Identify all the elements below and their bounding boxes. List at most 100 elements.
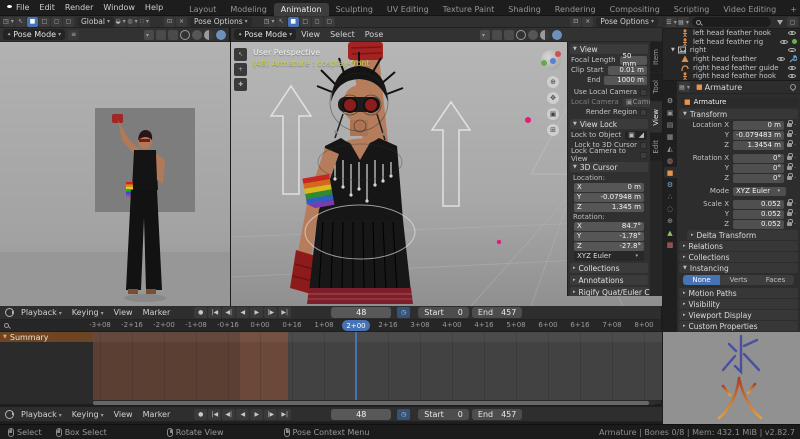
outliner-search-input[interactable] [692,17,771,27]
rotation-z-field[interactable]: 0° [733,174,784,183]
tab-material[interactable]: ▩ [664,239,677,250]
workspace-tab-rendering[interactable]: Rendering [548,3,603,16]
tab-particles[interactable]: ∴ [664,191,677,202]
workspace-tab-animation[interactable]: Animation [274,3,329,16]
tab-object[interactable]: ■ [664,167,677,178]
viewport-display-panel-header[interactable]: ▸Viewport Display [679,310,798,320]
keying-menu[interactable]: Keying [67,308,109,317]
snap-magnet-icon[interactable]: ◒ [115,17,126,27]
auto-key-record-icon[interactable]: ● [194,409,207,420]
delta-transform-panel-header[interactable]: ▸Delta Transform [687,230,798,240]
n-panel-tab-item[interactable]: Item [650,42,662,72]
menu-help[interactable]: Help [140,3,168,12]
marker-menu-2[interactable]: Marker [138,410,176,419]
pose-menu[interactable]: Pose [360,30,389,39]
left-viewport-canvas[interactable] [0,42,230,306]
visibility-eye-icon[interactable] [780,38,788,46]
select-tool-icon[interactable]: ↖ [234,48,247,61]
filter-icon[interactable] [777,20,783,25]
local-camera-field[interactable]: ▣Camera× [623,98,650,107]
tab-object-data[interactable]: ▲ [664,227,677,238]
cursor-rotation-y-field[interactable]: Y-1.78° [574,232,644,241]
view-menu[interactable]: View [296,30,325,39]
tab-modifiers[interactable]: ⚙ [664,179,677,190]
timeline2-view-menu[interactable]: View [109,410,138,419]
timeline-ruler[interactable]: -3+08 -2+16 -2+00 -1+08 -0+16 0+00 0+16 … [0,320,661,332]
lock-to-object-field[interactable]: ▣◢ [625,131,647,140]
timeline-tracks[interactable]: ▼Summary [0,332,662,400]
start-frame-field-2[interactable]: Start0 [418,409,469,420]
channel-search-icon[interactable] [4,323,9,328]
select-mode-box-icon[interactable]: □ [39,17,50,27]
transform-pivot-icon[interactable]: ⊡ [164,17,175,27]
outliner-row[interactable]: ▼ right [663,46,800,55]
preview-range-icon-2[interactable]: ◷ [397,409,410,420]
play-icon[interactable]: ▶ [250,409,263,420]
select-menu[interactable]: Select [325,30,360,39]
location-z-field[interactable]: 1.3454 m [733,141,784,150]
ortho-toggle-icon[interactable]: ⊞ [547,124,559,136]
properties-editor-type-icon[interactable]: ▤ [679,82,690,92]
timeline-editor-type-icon[interactable] [5,308,14,317]
3d-cursor-panel-header[interactable]: ▼3D Cursor [570,162,648,172]
outliner-row[interactable]: right head feather guide [663,63,800,72]
shading-wireframe-icon[interactable] [516,30,526,40]
transform-panel-header[interactable]: ▼Transform [679,109,798,119]
tab-world[interactable]: ◍ [664,155,677,166]
instancing-verts-button[interactable]: Verts [720,275,757,285]
select-mode-circle-icon-center[interactable]: ◻ [312,17,323,27]
annotations-panel-header[interactable]: ▸Annotations [570,275,648,285]
use-local-camera-checkbox[interactable] [640,89,647,96]
xray-icon[interactable] [168,30,178,40]
workspace-tab-layout[interactable]: Layout [182,3,223,16]
add-workspace-button[interactable]: + [783,3,800,16]
marker-menu[interactable]: Marker [138,308,176,317]
workspace-tab-uv-editing[interactable]: UV Editing [380,3,436,16]
eyedropper-icon[interactable]: ◢ [639,131,644,139]
end-frame-field-2[interactable]: End457 [472,409,522,420]
rotation-x-field[interactable]: 0° [733,154,784,163]
keying-menu-2[interactable]: Keying [67,410,109,419]
zoom-icon[interactable]: ⊕ [547,76,559,88]
transform-pivot-icon-center[interactable]: ⊡ [570,17,581,27]
play-reverse-icon[interactable]: ◀ [236,409,249,420]
editor-type-icon[interactable]: ◳ [3,17,14,27]
xray-icon[interactable] [504,30,514,40]
prev-keyframe-icon[interactable]: ◀| [222,307,235,318]
menu-window[interactable]: Window [98,3,140,12]
camera-view-icon[interactable]: ▣ [547,108,559,120]
visibility-eye-icon[interactable] [788,46,796,54]
tab-scene[interactable]: ◭ [664,143,677,154]
workspace-tab-texture-paint[interactable]: Texture Paint [436,3,502,16]
visibility-eye-icon[interactable] [788,64,796,72]
jump-to-start-icon[interactable]: |◀ [208,307,221,318]
timeline2-editor-type-icon[interactable] [5,410,14,419]
instancing-panel-header[interactable]: ▼Instancing [679,263,798,273]
playback-menu[interactable]: Playback [16,308,67,317]
tab-output[interactable]: ▤ [664,119,677,130]
current-frame-field-2[interactable]: 48 [331,409,391,420]
editor-type-icon-center[interactable]: ◳ [264,17,275,27]
lock-camera-to-view-checkbox[interactable] [640,152,647,159]
lock-icon[interactable] [787,212,792,216]
preview-range-icon[interactable]: ◷ [397,307,410,318]
collections-panel-header[interactable]: ▸Collections [570,263,648,273]
play-icon[interactable]: ▶ [250,307,263,318]
outliner-options-icon[interactable]: ▢ [787,17,798,27]
location-x-field[interactable]: 0 m [733,121,784,130]
outliner-display-mode-icon[interactable]: ▤ [678,17,689,27]
view-lock-panel-header[interactable]: ▼View Lock [570,119,648,129]
n-panel-tab-tool[interactable]: Tool [650,73,662,101]
tab-constraints[interactable]: ⊕ [664,215,677,226]
n-panel-tab-edit[interactable]: Edit [650,133,662,161]
jump-to-end-icon[interactable]: ▶| [278,307,291,318]
collections-panel-header[interactable]: ▸Collections [679,252,798,262]
clip-start-field[interactable]: 0.01 m [608,66,647,75]
object-name-field[interactable]: ■Armature [681,98,798,107]
shading-material-icon[interactable] [540,30,550,40]
relations-panel-header[interactable]: ▸Relations [679,241,798,251]
render-region-checkbox[interactable] [640,109,647,116]
cursor-location-z-field[interactable]: Z1.345 m [574,203,644,212]
end-frame-field[interactable]: End457 [472,307,522,318]
select-mode-tweak-icon-center[interactable]: ■ [288,17,299,27]
